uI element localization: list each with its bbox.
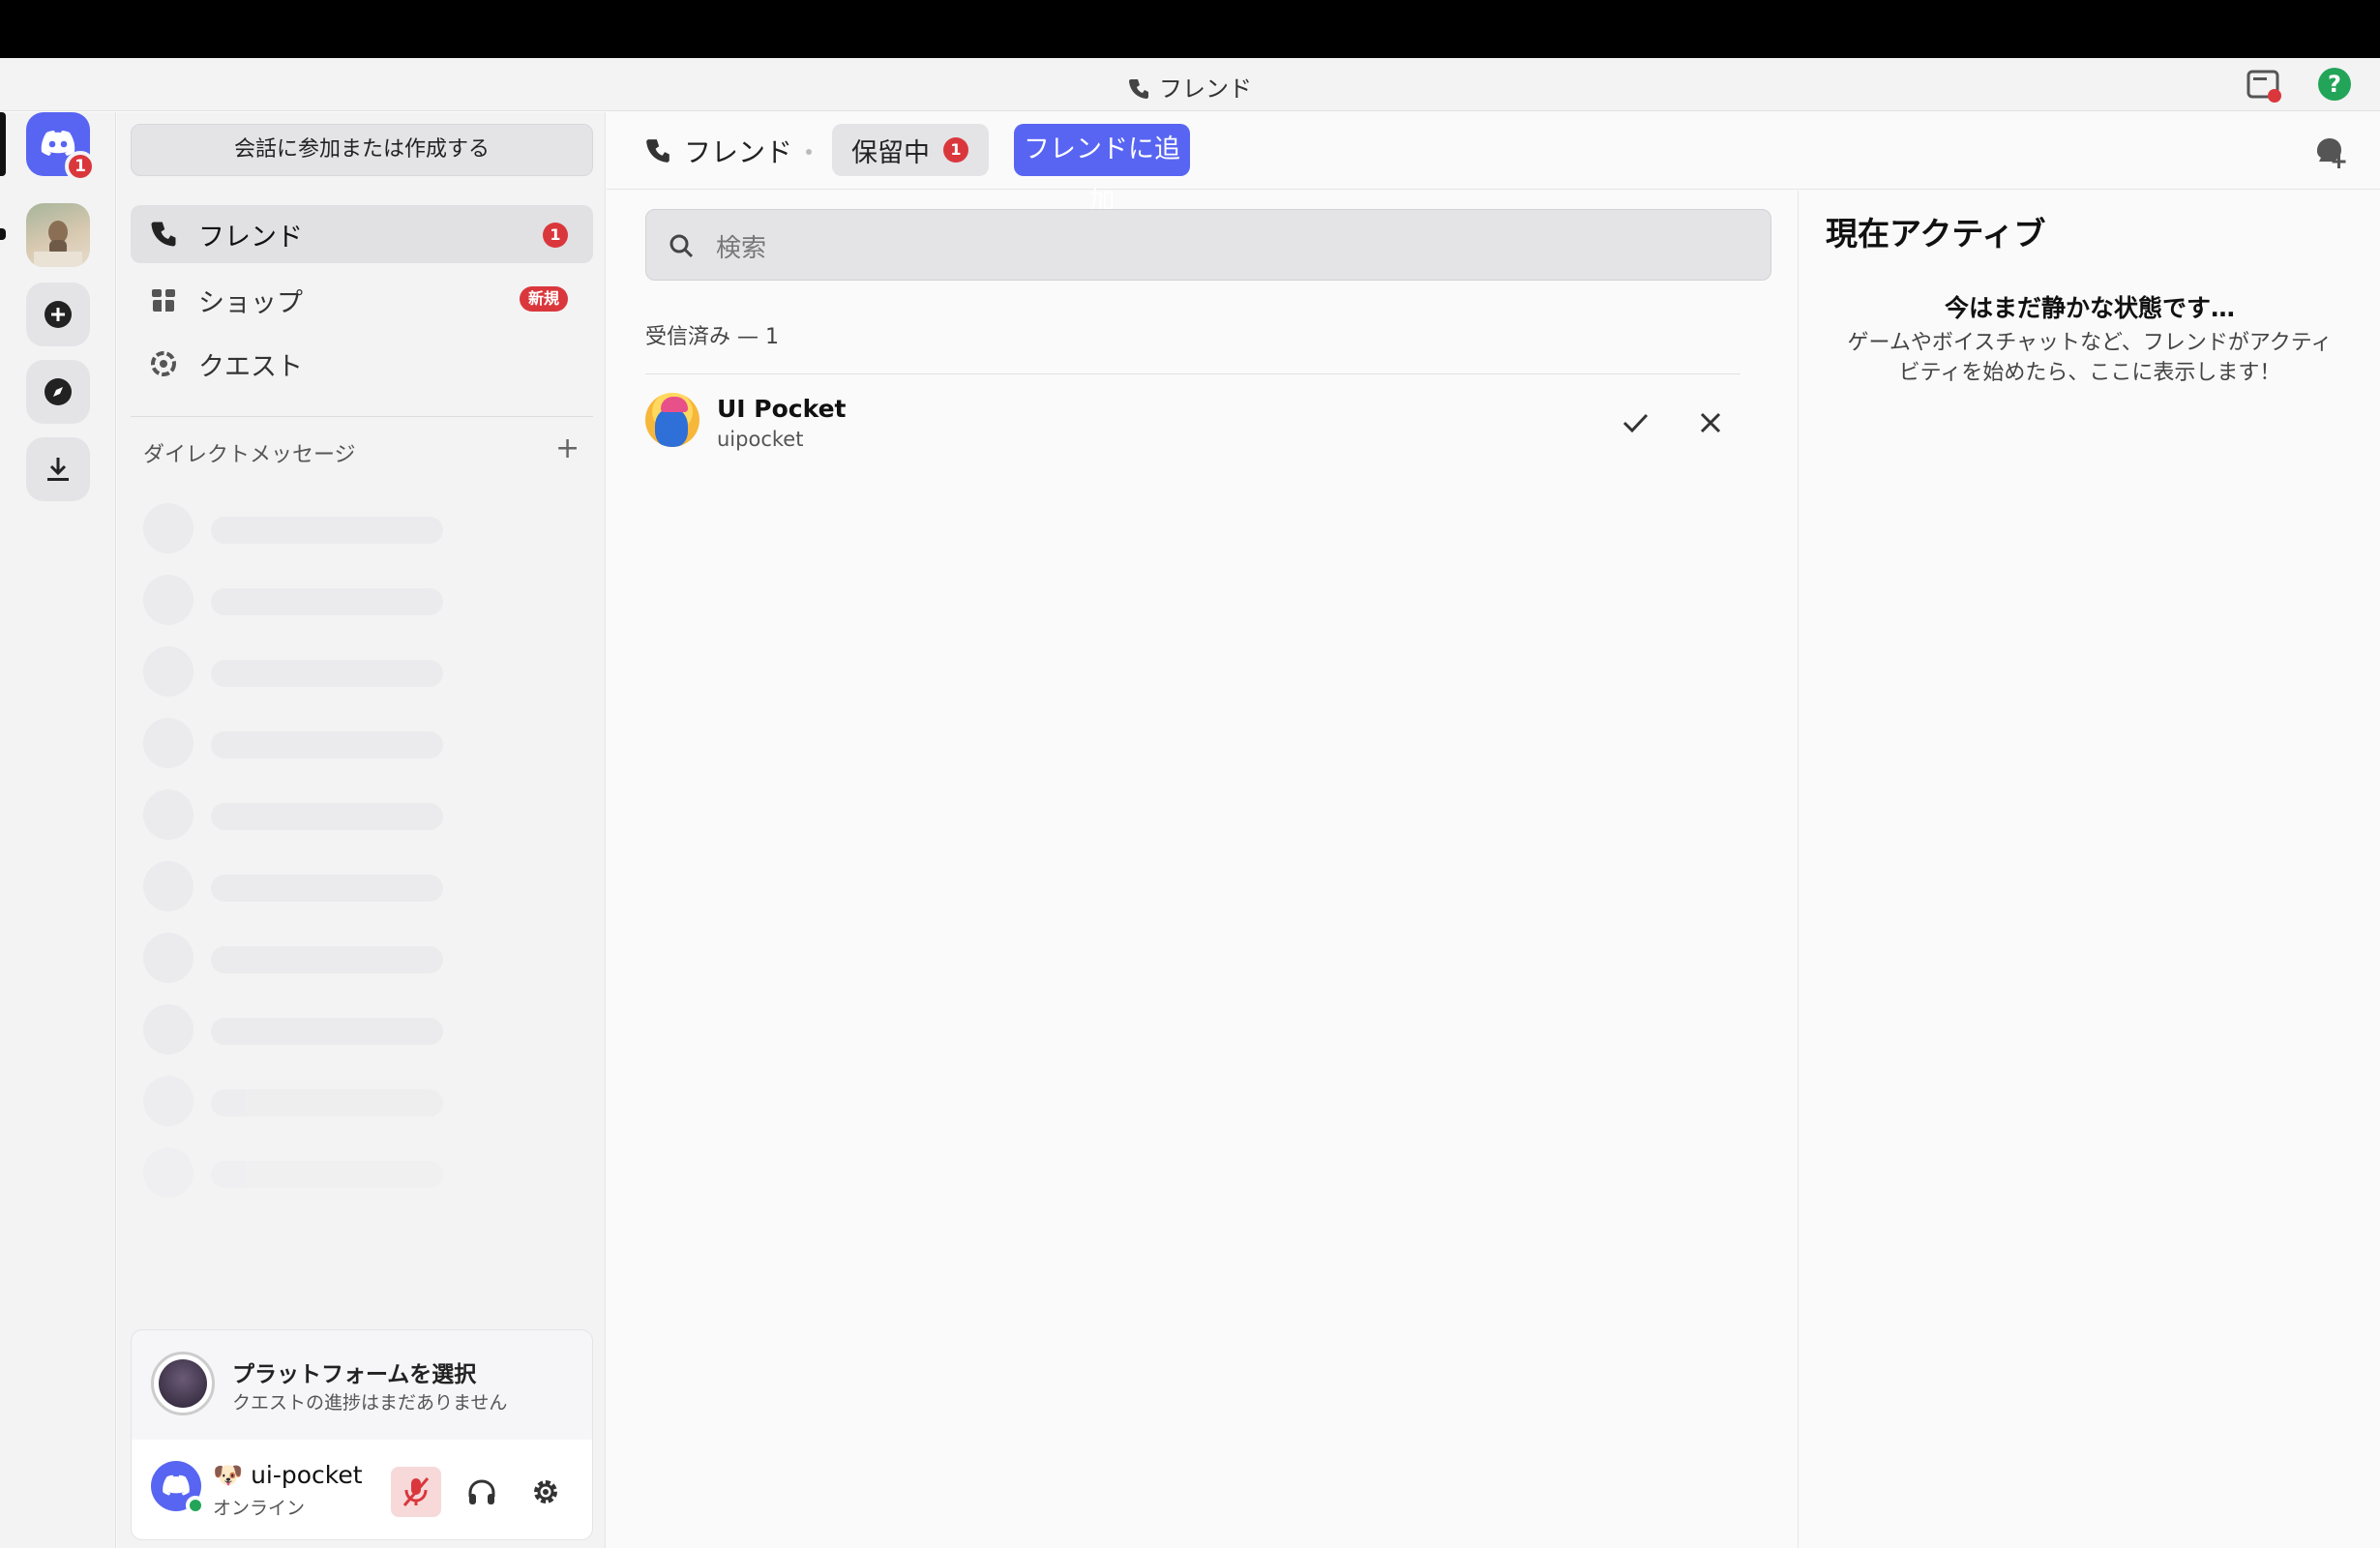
join-or-create-conversation-button[interactable]: 会話に参加または作成する [131,124,593,176]
shop-icon [146,283,181,317]
friend-display-name: UI Pocket [717,395,847,423]
dm-skeleton-item [143,718,472,772]
screen-top-bar [0,0,2380,58]
friends-title: フレンド [645,132,792,170]
check-icon [1622,413,1649,433]
sidebar-item-label: フレンド [198,222,303,253]
avatar [645,393,699,447]
quest-icon [146,346,181,381]
channel-sidebar: 会話に参加または作成する フレンド 1 ショップ 新規 クエスト ダイレクトメッ… [117,112,606,1548]
create-dm-button[interactable]: + [555,432,580,465]
tab-pending[interactable]: 保留中 1 [832,124,989,176]
username[interactable]: 🐶 ui-pocket [213,1461,363,1490]
sidebar-item-shop[interactable]: ショップ 新規 [131,271,593,329]
direct-messages-header: ダイレクトメッセージ [143,443,356,467]
friends-title-text: フレンド [684,136,793,168]
help-icon[interactable]: ? [2318,68,2351,101]
gear-icon [534,1480,557,1503]
close-icon [1700,412,1721,433]
server-icon[interactable] [26,203,90,267]
mute-mic-button[interactable] [391,1467,441,1517]
dm-skeleton-item [143,1147,472,1202]
add-server-button[interactable] [26,283,90,346]
friends-badge: 1 [543,223,568,248]
download-icon [47,458,69,481]
discover-icon [45,378,72,405]
new-group-dm-icon[interactable] [2311,134,2350,172]
window-title: フレンド [0,70,2380,104]
quest-avatar [151,1352,215,1415]
pending-badge: 1 [943,137,968,163]
rail-selected-indicator [0,112,6,176]
search-input[interactable]: 検索 [645,209,1771,281]
friends-header: フレンド 保留中 1 フレンドに追加 [607,112,2380,217]
active-now-panel: 現在アクティブ 今はまだ静かな状態です… ゲームやボイスチャットなど、フレンドが… [1798,191,2380,1548]
mic-muted-icon [402,1477,430,1506]
search-placeholder: 検索 [716,234,767,263]
dm-skeleton-item [143,1076,472,1130]
window-title-text: フレンド [1159,75,1252,103]
dm-skeleton-item [143,933,472,987]
search-icon [669,234,694,258]
sidebar-item-quests[interactable]: クエスト [131,335,593,393]
user-status-text: オンライン [213,1498,306,1519]
discover-button[interactable] [26,360,90,424]
friend-request-row[interactable]: UI Pocket uipocket [645,389,1740,462]
dm-skeleton-item [143,575,472,629]
active-now-empty-title: 今はまだ静かな状態です… [1944,294,2235,322]
friends-icon [1129,79,1148,99]
home-button[interactable]: 1 [26,112,96,182]
sidebar-divider [131,416,593,417]
friend-username: uipocket [717,428,804,451]
tab-pending-label: 保留中 [851,137,930,168]
section-divider [645,373,1740,374]
header-separator [806,149,812,155]
user-settings-button[interactable] [521,1467,571,1517]
sidebar-item-label: クエスト [198,351,303,382]
friends-icon [646,139,669,163]
quest-subtitle: クエストの進捗はまだありません [232,1392,508,1414]
sidebar-item-friends[interactable]: フレンド 1 [131,205,593,263]
window-title-bar: フレンド ? [0,58,2380,111]
home-badge: 1 [65,151,96,182]
accept-request-button[interactable] [1613,401,1657,445]
deafen-button[interactable] [457,1467,507,1517]
friends-icon [146,217,181,252]
received-requests-label: 受信済み — 1 [645,325,779,349]
inbox-icon[interactable] [2245,66,2283,104]
dm-skeleton-item [143,503,472,557]
headphones-icon [468,1479,495,1504]
dm-skeleton-item [143,789,472,844]
active-now-description: ゲームやボイスチャットなど、フレンドがアクティビティを始めたら、ここに表示します… [1847,331,2333,385]
new-badge: 新規 [519,286,568,312]
user-panel: 🐶 ui-pocket オンライン [131,1440,593,1540]
active-now-title: 現在アクティブ [1826,215,2046,253]
dm-skeleton-item [143,861,472,915]
ignore-request-button[interactable] [1688,401,1733,445]
dm-skeleton-item [143,1004,472,1058]
dm-skeleton-item [143,646,472,700]
quest-title: プラットフォームを選択 [232,1362,477,1387]
server-rail: 1 [0,112,116,1548]
quest-progress-card[interactable]: プラットフォームを選択 クエストの進捗はまだありません [131,1329,593,1440]
server-unread-indicator [0,228,6,240]
discord-logo-icon [163,1474,190,1496]
add-friend-button[interactable]: フレンドに追加 [1014,124,1190,217]
online-status-dot [186,1496,205,1515]
sidebar-item-label: ショップ [198,287,303,318]
download-button[interactable] [26,437,90,501]
add-server-icon [45,301,72,328]
